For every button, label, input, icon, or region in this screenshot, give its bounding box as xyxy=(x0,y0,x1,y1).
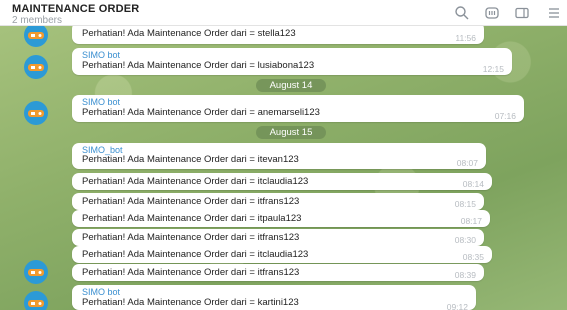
message-time: 08:14 xyxy=(462,179,484,189)
menu-icon[interactable] xyxy=(546,5,562,21)
member-count: 2 members xyxy=(12,15,63,26)
message-sender[interactable]: SIMO bot xyxy=(82,97,120,107)
poll-icon[interactable] xyxy=(484,5,500,21)
message-text: Perhatian! Ada Maintenance Order dari = … xyxy=(82,176,309,187)
sidebar-toggle-icon[interactable] xyxy=(514,5,530,21)
message-time: 08:15 xyxy=(454,199,476,209)
message-bubble[interactable]: Perhatian! Ada Maintenance Order dari = … xyxy=(72,246,492,263)
message-time: 07:16 xyxy=(494,111,516,121)
message-bubble[interactable]: SIMO_bot Perhatian! Ada Maintenance Orde… xyxy=(72,143,486,169)
bot-avatar[interactable] xyxy=(24,55,48,79)
message-time: 08:17 xyxy=(460,216,482,226)
message-bubble[interactable]: SIMO bot Perhatian! Ada Maintenance Orde… xyxy=(72,285,476,310)
message-text: Perhatian! Ada Maintenance Order dari = … xyxy=(82,60,315,71)
message-time: 11:56 xyxy=(455,33,476,43)
message-bubble[interactable]: Perhatian! Ada Maintenance Order dari = … xyxy=(72,229,484,246)
chat-header[interactable]: MAINTENANCE ORDER 2 members xyxy=(0,0,567,26)
message-time: 08:30 xyxy=(454,235,476,245)
message-sender[interactable]: SIMO bot xyxy=(82,50,120,60)
message-bubble[interactable]: Perhatian! Ada Maintenance Order dari = … xyxy=(72,264,484,281)
message-bubble[interactable]: SIMO bot Perhatian! Ada Maintenance Orde… xyxy=(72,95,524,122)
message-text: Perhatian! Ada Maintenance Order dari = … xyxy=(82,154,299,165)
message-text: Perhatian! Ada Maintenance Order dari = … xyxy=(82,213,302,224)
message-sender[interactable]: SIMO bot xyxy=(82,287,120,297)
message-bubble[interactable]: Perhatian! Ada Maintenance Order dari = … xyxy=(72,210,490,227)
message-text: Perhatian! Ada Maintenance Order dari = … xyxy=(82,249,309,260)
message-time: 08:39 xyxy=(454,270,476,280)
message-bubble[interactable]: Perhatian! Ada Maintenance Order dari = … xyxy=(72,193,484,210)
message-text: Perhatian! Ada Maintenance Order dari = … xyxy=(82,297,299,308)
message-bubble[interactable]: SIMO bot Perhatian! Ada Maintenance Orde… xyxy=(72,48,512,75)
message-text: Perhatian! Ada Maintenance Order dari = … xyxy=(82,107,320,118)
bot-avatar[interactable] xyxy=(24,291,48,310)
message-bubble[interactable]: Perhatian! Ada Maintenance Order dari = … xyxy=(72,173,492,190)
message-time: 09:12 xyxy=(446,302,468,310)
message-time: 12:15 xyxy=(482,64,504,74)
date-separator: August 15 xyxy=(256,126,326,139)
message-text: Perhatian! Ada Maintenance Order dari = … xyxy=(82,196,300,207)
message-time: 08:35 xyxy=(462,252,484,262)
message-text: Perhatian! Ada Maintenance Order dari = … xyxy=(82,28,296,39)
search-icon[interactable] xyxy=(454,5,470,21)
message-time: 08:07 xyxy=(456,158,478,168)
bot-avatar[interactable] xyxy=(24,23,48,47)
message-text: Perhatian! Ada Maintenance Order dari = … xyxy=(82,232,300,243)
date-separator: August 14 xyxy=(256,79,326,92)
bot-avatar[interactable] xyxy=(24,260,48,284)
message-text: Perhatian! Ada Maintenance Order dari = … xyxy=(82,267,300,278)
bot-avatar[interactable] xyxy=(24,101,48,125)
chat-title: MAINTENANCE ORDER xyxy=(12,3,140,15)
